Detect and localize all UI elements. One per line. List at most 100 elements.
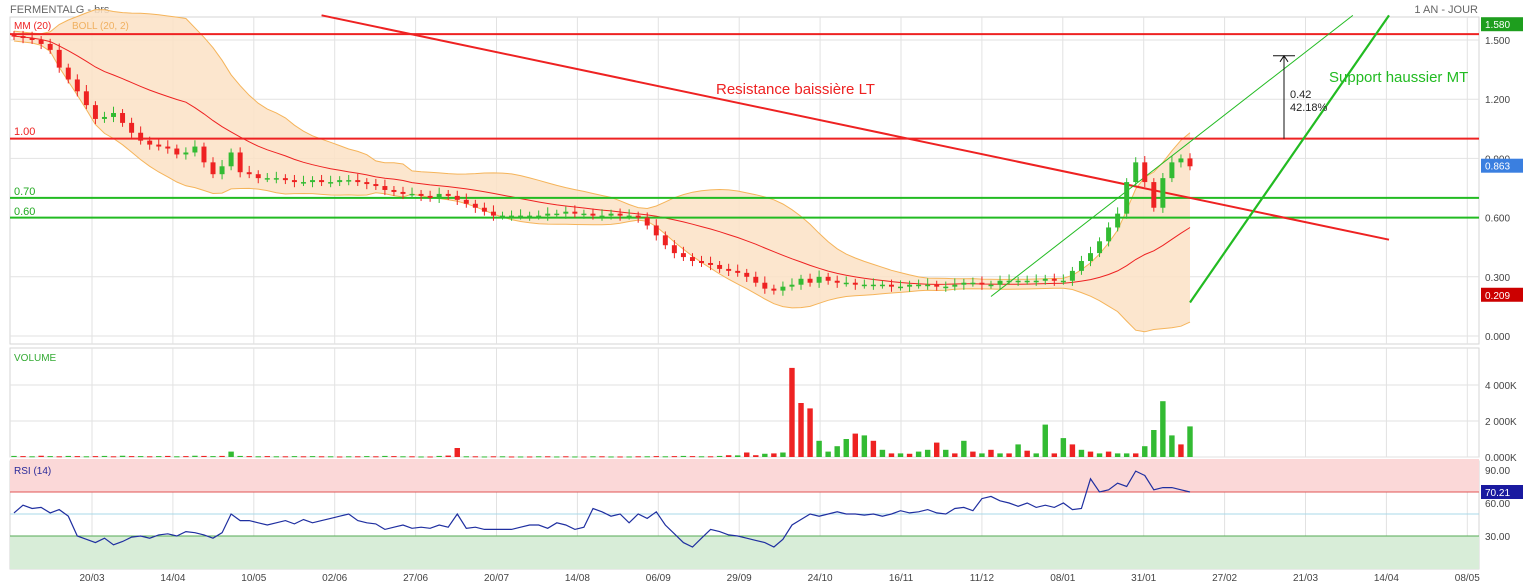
volume-bar <box>671 456 678 458</box>
volume-bar <box>300 456 307 458</box>
volume-bar <box>291 456 298 458</box>
candle-body <box>147 140 153 145</box>
y-tick-label: 0.000K <box>1485 453 1517 464</box>
candle-body <box>717 264 723 269</box>
volume-bar <box>65 455 71 457</box>
volume-bar <box>228 451 234 457</box>
candle-body <box>1024 280 1030 283</box>
candle <box>1160 173 1166 213</box>
volume-bar <box>391 456 397 458</box>
candle-body <box>608 213 614 216</box>
volume-bar <box>943 449 949 457</box>
candle-body <box>662 235 668 246</box>
candle-body <box>310 180 316 183</box>
y-tick-label: 0.600 <box>1485 214 1510 225</box>
y-tick-label: 2 000K <box>1485 417 1517 428</box>
volume-bar <box>409 456 415 458</box>
volume-bar <box>92 456 99 458</box>
candle-body <box>843 282 849 285</box>
candle-body <box>888 284 894 287</box>
rsi-panel: 30.00 60.00 90.00 70.21 <box>10 459 1523 569</box>
volume-bar <box>879 449 886 457</box>
candle-body <box>500 215 505 218</box>
candle-body <box>237 152 243 173</box>
candle-body <box>735 270 741 273</box>
candle-body <box>726 268 732 271</box>
candle-body <box>879 284 885 287</box>
volume-bar <box>961 440 967 457</box>
volume-bar <box>355 456 361 458</box>
candle-body <box>319 180 325 183</box>
volume-bar <box>762 453 768 457</box>
volume-bar <box>1142 446 1148 457</box>
candle-body <box>807 278 813 283</box>
candle-body <box>56 49 62 68</box>
price-badge-label: 1.580 <box>1485 20 1510 31</box>
measure-pct: 42.18% <box>1290 102 1328 114</box>
volume-bar <box>924 449 931 457</box>
volume-bar <box>698 456 705 458</box>
candle-body <box>979 282 985 285</box>
volume-bar <box>11 455 17 457</box>
volume-bar <box>952 453 958 457</box>
y-tick-label: 1.200 <box>1485 95 1510 106</box>
candle-body <box>671 245 677 254</box>
volume-bar <box>1042 424 1048 457</box>
candle-body <box>780 286 786 291</box>
volume-bar <box>454 448 460 457</box>
x-tick-label: 27/06 <box>403 573 428 584</box>
candle-body <box>771 288 777 291</box>
volume-bar <box>382 455 388 457</box>
candle-body <box>1051 278 1057 281</box>
candle-body <box>708 262 714 265</box>
candle-body <box>689 257 695 262</box>
volume-bar <box>834 446 840 457</box>
volume-bar <box>165 455 171 457</box>
volume-bar <box>174 456 180 458</box>
volume-bar <box>970 451 976 457</box>
candle-body <box>834 280 840 283</box>
candle-body <box>92 105 98 119</box>
volume-bar <box>137 456 144 458</box>
candle-body <box>101 116 107 119</box>
volume-bar <box>906 453 913 457</box>
y-tick-label: 90.00 <box>1485 466 1510 477</box>
volume-bar <box>418 456 424 458</box>
candle-body <box>20 36 26 39</box>
volume-bar <box>1060 438 1067 457</box>
x-tick-label: 24/10 <box>808 573 833 584</box>
candle-body <box>337 180 343 183</box>
candle-body <box>1142 162 1148 183</box>
candle-body <box>364 182 370 185</box>
x-tick-label: 14/04 <box>160 573 185 584</box>
candle-body <box>753 276 759 283</box>
candle-body <box>961 282 967 285</box>
volume-bar <box>445 455 451 457</box>
candle-body <box>870 284 876 287</box>
candle-body <box>300 182 306 184</box>
volume-bar <box>979 453 985 457</box>
chart-period: 1 AN - JOUR <box>1414 4 1478 16</box>
volume-bar <box>364 456 370 458</box>
volume-bar <box>1151 430 1157 457</box>
volume-bar <box>20 456 26 458</box>
candle-body <box>545 213 551 216</box>
resistance-label: Resistance baissière LT <box>716 81 875 98</box>
candle-body <box>228 152 234 167</box>
volume-bar <box>1160 401 1166 457</box>
volume-bar <box>336 456 343 458</box>
volume-bar <box>689 456 696 458</box>
volume-bar <box>101 455 108 457</box>
volume-bar <box>436 455 442 457</box>
candle <box>1151 178 1157 212</box>
candle-body <box>29 38 35 40</box>
candle <box>1124 178 1130 219</box>
measure-value: 0.42 <box>1290 89 1311 101</box>
volume-bar <box>725 455 732 457</box>
candle-body <box>156 144 162 147</box>
candle-body <box>490 211 496 216</box>
candle-body <box>174 148 180 155</box>
candle-body <box>563 211 569 214</box>
candle-body <box>1133 162 1139 183</box>
x-tick-label: 16/11 <box>889 573 914 584</box>
